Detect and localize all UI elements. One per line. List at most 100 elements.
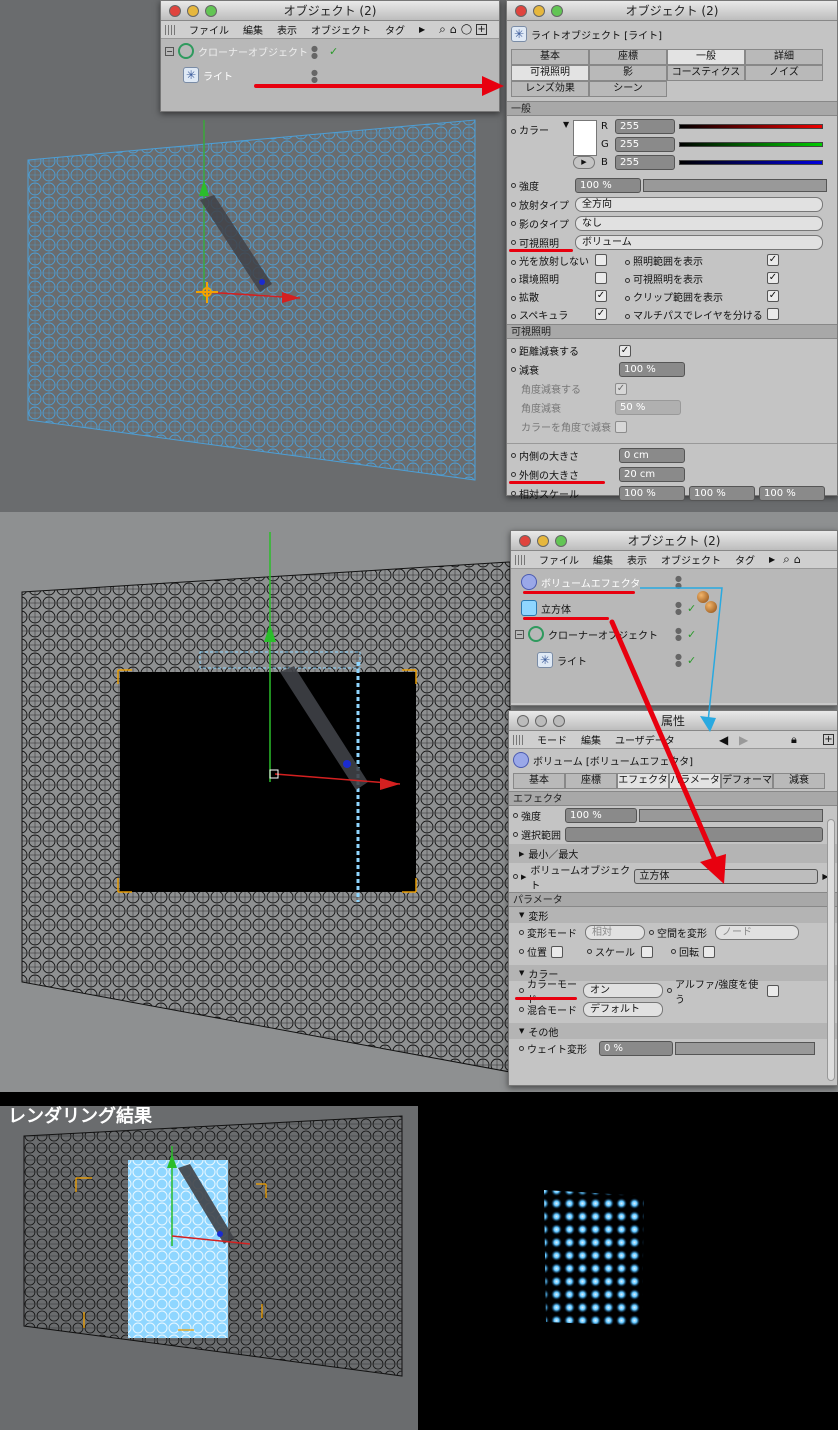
menu-tag[interactable]: タグ xyxy=(385,22,405,37)
check-right-label-2: クリップ範囲を表示 xyxy=(633,293,723,304)
red-arrow-1 xyxy=(254,76,504,96)
viewport-3[interactable] xyxy=(0,1106,418,1430)
tab-details[interactable]: 詳細 xyxy=(745,49,823,65)
falloff-dist-checkbox[interactable]: ✓ xyxy=(619,344,631,357)
emit-type-dropdown[interactable]: 全方向 xyxy=(575,197,823,212)
g-field[interactable]: 255 xyxy=(615,137,675,152)
tab-caustics[interactable]: コースティクス xyxy=(667,65,745,81)
b-field[interactable]: 255 xyxy=(615,155,675,170)
outer-size-label: 外側の大きさ xyxy=(519,471,579,482)
arrow-right-icon[interactable]: ▶ xyxy=(419,25,425,34)
menu-file[interactable]: ファイル xyxy=(189,22,229,37)
attribute-manager-1-titlebar: オブジェクト (2) xyxy=(507,1,837,21)
checkbox-grid: 光を放射しない 環境照明 拡散 ✓ スペキュラ ✓ 照明範囲を表示 ✓ 可視照明… xyxy=(507,252,837,324)
check-right-box-2[interactable]: ✓ xyxy=(767,290,779,302)
outer-size-field[interactable]: 20 cm xyxy=(619,467,685,482)
check-left-box-3[interactable]: ✓ xyxy=(595,308,607,320)
object-header: ✳ ライトオブジェクト [ライト] xyxy=(507,21,837,47)
enabled-check-icon[interactable]: ✓ xyxy=(329,45,338,58)
check-right-box-1[interactable]: ✓ xyxy=(767,272,779,284)
shadow-type-label: 影のタイプ xyxy=(519,220,569,231)
tree-label-cloner[interactable]: クローナーオブジェクト xyxy=(198,44,308,59)
shadow-type-value: なし xyxy=(582,218,602,229)
light-object-icon: ✳ xyxy=(183,67,199,83)
light-object-icon: ✳ xyxy=(511,26,527,42)
minimize-button[interactable] xyxy=(533,5,545,17)
glowing-light-grid xyxy=(544,1190,644,1326)
check-left-box-0[interactable] xyxy=(595,254,607,266)
b-label: B xyxy=(601,157,608,168)
falloff-field[interactable]: 100 % xyxy=(619,362,685,377)
tab-coord[interactable]: 座標 xyxy=(589,49,667,65)
g-label: G xyxy=(601,139,609,150)
inner-size-field[interactable]: 0 cm xyxy=(619,448,685,463)
falloff-label: 減衰 xyxy=(519,366,539,377)
r-field[interactable]: 255 xyxy=(615,119,675,134)
eye-icon[interactable]: ◯ xyxy=(461,24,472,35)
menu-object[interactable]: オブジェクト xyxy=(311,22,371,37)
check-left-label-2: 拡散 xyxy=(519,293,539,304)
menu-edit[interactable]: 編集 xyxy=(243,22,263,37)
color-angle-label: カラーを角度で減衰 xyxy=(521,423,611,434)
search-icon[interactable]: ⌕ xyxy=(439,22,446,37)
zoom-button[interactable] xyxy=(551,5,563,17)
angle-falloff-amt-field[interactable]: 50 % xyxy=(615,400,681,415)
rel-scale-x[interactable]: 100 % xyxy=(619,486,685,501)
tab-noise[interactable]: ノイズ xyxy=(745,65,823,81)
close-button[interactable] xyxy=(169,5,181,17)
inner-size-label: 内側の大きさ xyxy=(519,452,579,463)
visible-light-label: 可視照明 xyxy=(519,239,559,250)
cloner-grid xyxy=(27,119,476,481)
check-right-box-0[interactable]: ✓ xyxy=(767,254,779,266)
tab-scene[interactable]: シーン xyxy=(589,81,667,97)
color-dropdown-icon[interactable]: ▼ xyxy=(563,120,569,129)
cloner-icon xyxy=(178,43,194,59)
section-general: 一般 xyxy=(507,101,837,116)
check-right-3: マルチパスでレイヤを分ける xyxy=(625,307,763,322)
tab-lens[interactable]: レンズ効果 xyxy=(511,81,589,97)
tree-label-light[interactable]: ライト xyxy=(203,68,233,83)
check-left-label-0: 光を放射しない xyxy=(519,257,589,268)
color-swatch[interactable] xyxy=(573,120,597,156)
rel-scale-y[interactable]: 100 % xyxy=(689,486,755,501)
minimize-button[interactable] xyxy=(187,5,199,17)
check-right-label-1: 可視照明を表示 xyxy=(633,275,703,286)
tab-shadow[interactable]: 影 xyxy=(589,65,667,81)
home-icon[interactable]: ⌂ xyxy=(450,23,457,36)
check-left-box-2[interactable]: ✓ xyxy=(595,290,607,302)
g-slider[interactable] xyxy=(679,142,823,147)
render-caption: レンダリング結果 xyxy=(8,1106,152,1127)
shadow-type-dropdown[interactable]: なし xyxy=(575,216,823,231)
b-slider[interactable] xyxy=(679,160,823,165)
zoom-button[interactable] xyxy=(205,5,217,17)
tab-general[interactable]: 一般 xyxy=(667,49,745,65)
close-button[interactable] xyxy=(515,5,527,17)
rel-scale-z[interactable]: 100 % xyxy=(759,486,825,501)
angle-falloff-checkbox[interactable]: ✓ xyxy=(615,382,627,395)
falloff-dist-label: 距離減衰する xyxy=(519,347,579,358)
new-window-icon[interactable]: + xyxy=(476,24,488,35)
shadow-type-row: 影のタイプ なし xyxy=(507,214,837,233)
intensity-slider[interactable] xyxy=(643,179,827,192)
color-angle-checkbox[interactable] xyxy=(615,420,627,433)
menu-view[interactable]: 表示 xyxy=(277,22,297,37)
falloff-dist-row: 距離減衰する ✓ xyxy=(507,341,837,360)
b-expand-icon[interactable]: ▶ xyxy=(573,156,595,169)
tree-row-cloner[interactable]: − クローナーオブジェクト ● ● ✓ xyxy=(161,39,499,63)
visibility-dots[interactable]: ● ● xyxy=(311,45,321,60)
intensity-row: 強度 100 % xyxy=(507,176,837,195)
check-right-box-3[interactable] xyxy=(767,308,779,320)
intensity-field[interactable]: 100 % xyxy=(575,178,641,193)
color-block: カラー ▼ R 255 G 255 ▶ B 255 xyxy=(507,116,837,172)
intensity-label: 強度 xyxy=(519,182,539,193)
light-setup-panel: オブジェクト (2) ファイル 編集 表示 オブジェクト タグ ▶ ⌕ ⌂ ◯ … xyxy=(0,0,838,512)
r-slider[interactable] xyxy=(679,124,823,129)
tab-visible-light[interactable]: 可視照明 xyxy=(511,65,589,81)
collapse-icon[interactable]: − xyxy=(165,46,174,56)
visible-light-dropdown[interactable]: ボリューム xyxy=(575,235,823,250)
grip-icon[interactable] xyxy=(165,24,175,35)
check-left-box-1[interactable] xyxy=(595,272,607,284)
color-label-wrap: カラー xyxy=(511,122,549,137)
color-angle-row: カラーを角度で減衰 xyxy=(507,417,837,436)
tab-basic[interactable]: 基本 xyxy=(511,49,589,65)
